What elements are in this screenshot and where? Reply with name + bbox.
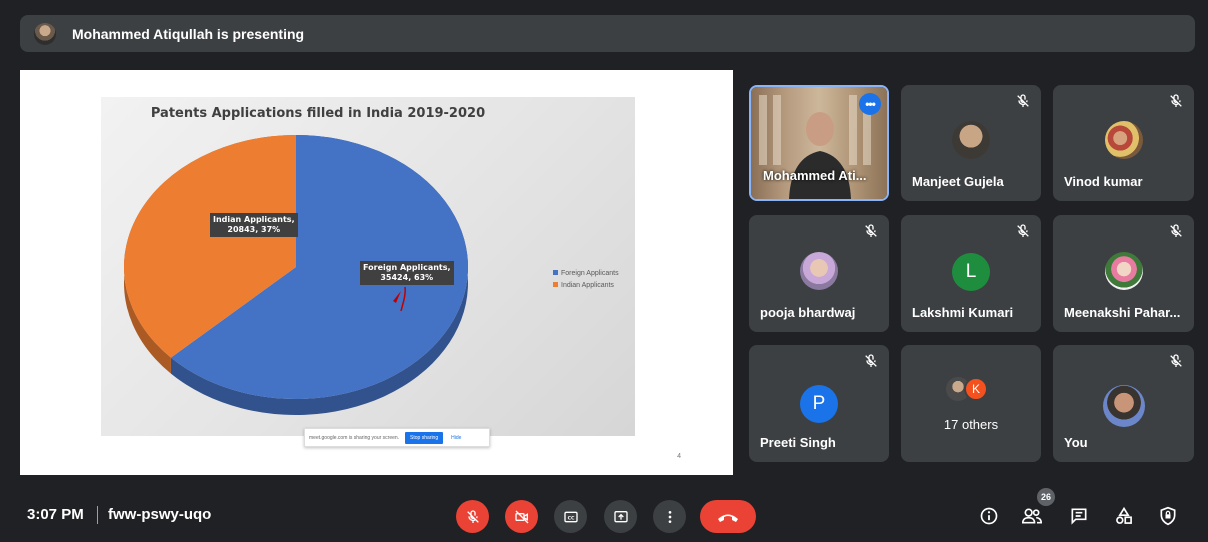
others-avatar-initial: K: [964, 377, 988, 401]
participant-name: Lakshmi Kumari: [912, 305, 1014, 320]
mic-off-icon: [466, 509, 479, 523]
mic-off-icon: [1017, 224, 1029, 237]
participant-name: Meenakshi Pahar...: [1064, 305, 1181, 320]
participant-tile-lakshmi[interactable]: L Lakshmi Kumari: [901, 215, 1041, 332]
leave-call-button[interactable]: [700, 500, 756, 533]
legend-label-foreign: Foreign Applicants: [561, 270, 619, 277]
legend-label-indian: Indian Applicants: [561, 282, 614, 289]
screen-share-bar: meet.google.com is sharing your screen. …: [304, 428, 490, 447]
hide-share-bar-button[interactable]: Hide: [451, 435, 461, 441]
presenting-text: Mohammed Atiqullah is presenting: [72, 25, 305, 42]
camera-off-icon: [514, 510, 528, 523]
present-icon: [613, 510, 628, 522]
host-controls-button[interactable]: [1156, 504, 1180, 528]
participant-avatar: [1104, 252, 1143, 290]
participant-name: Vinod kumar: [1064, 174, 1143, 189]
activities-icon: [1116, 506, 1132, 524]
mic-off-icon: [1017, 94, 1029, 107]
participant-tile-meenakshi[interactable]: Meenakshi Pahar...: [1053, 215, 1194, 332]
chat-icon: [1071, 508, 1087, 525]
participant-tile-preeti[interactable]: P Preeti Singh: [749, 345, 889, 462]
participant-tile-you[interactable]: You: [1053, 345, 1194, 462]
participant-more-options-button[interactable]: •••: [859, 93, 881, 115]
show-everyone-button[interactable]: [1020, 504, 1044, 528]
captions-button[interactable]: CC: [554, 500, 587, 533]
meeting-details-button[interactable]: [977, 504, 1001, 528]
participant-name: Mohammed Ati...: [763, 168, 867, 183]
legend-swatch-indian: [553, 282, 558, 287]
data-label-indian-line2: 20843, 37%: [227, 225, 281, 234]
share-bar-text: meet.google.com is sharing your screen.: [309, 434, 400, 441]
data-label-indian-line1: Indian Applicants,: [213, 215, 295, 224]
participant-name: pooja bhardwaj: [760, 305, 856, 320]
participant-avatar: [800, 252, 838, 290]
presenter-avatar: [34, 22, 56, 45]
end-call-icon: [718, 514, 738, 522]
participant-tile-mohammed[interactable]: ••• Mohammed Ati...: [749, 85, 889, 201]
host-controls-icon: [1160, 506, 1176, 526]
meet-window: Mohammed Atiqullah is presenting Patents…: [0, 0, 1208, 542]
stop-sharing-button[interactable]: Stop sharing: [405, 431, 444, 444]
presentation-slide: Patents Applications filled in India 201…: [20, 70, 733, 475]
activities-button[interactable]: [1112, 504, 1136, 528]
people-icon: [1021, 508, 1043, 524]
data-label-foreign: Foreign Applicants, 35424, 63%: [360, 261, 454, 285]
data-label-foreign-line1: Foreign Applicants,: [363, 263, 451, 272]
meeting-time: 3:07 PM: [27, 506, 84, 523]
participant-name: You: [1064, 435, 1088, 450]
captions-icon: CC: [563, 511, 578, 522]
present-now-button[interactable]: [604, 500, 637, 533]
mic-off-icon: [865, 354, 877, 367]
info-icon: [980, 507, 998, 525]
chart-legend: Foreign Applicants Indian Applicants: [553, 268, 619, 292]
chat-button[interactable]: [1067, 504, 1091, 528]
participant-initial-avatar: P: [800, 385, 838, 423]
bottom-control-bar: 3:07 PM fww-pswy-uqo CC 26: [0, 488, 1208, 542]
more-vert-icon: [668, 510, 671, 523]
meeting-code: fww-pswy-uqo: [108, 506, 212, 523]
mic-off-icon: [1170, 224, 1182, 237]
pie-chart: Patents Applications filled in India 201…: [101, 97, 635, 436]
data-label-foreign-line2: 35424, 63%: [380, 273, 434, 282]
participant-tile-others[interactable]: K 17 others: [901, 345, 1041, 462]
participant-initial-avatar: L: [952, 253, 990, 291]
svg-text:CC: CC: [567, 515, 574, 521]
others-count-label: 17 others: [943, 417, 999, 432]
participant-name: Manjeet Gujela: [912, 174, 1004, 189]
toggle-camera-button[interactable]: [505, 500, 538, 533]
legend-item-foreign: Foreign Applicants: [553, 268, 619, 280]
data-label-indian: Indian Applicants, 20843, 37%: [210, 213, 298, 237]
presenting-banner: Mohammed Atiqullah is presenting: [20, 15, 1195, 52]
legend-swatch-foreign: [553, 270, 558, 275]
participant-tile-vinod[interactable]: Vinod kumar: [1053, 85, 1194, 201]
participant-tile-pooja[interactable]: pooja bhardwaj: [749, 215, 889, 332]
mic-off-icon: [1170, 354, 1182, 367]
participant-name: Preeti Singh: [760, 435, 836, 450]
mic-off-icon: [1170, 94, 1182, 107]
participant-avatar: [1104, 121, 1143, 159]
slide-page-number: 4: [677, 453, 681, 460]
participant-tile-manjeet[interactable]: Manjeet Gujela: [901, 85, 1041, 201]
participant-avatar: [1102, 385, 1145, 427]
more-options-button[interactable]: [653, 500, 686, 533]
chart-title: Patents Applications filled in India 201…: [150, 106, 486, 121]
legend-item-indian: Indian Applicants: [553, 280, 619, 292]
mic-off-icon: [865, 224, 877, 237]
toggle-mic-button[interactable]: [456, 500, 489, 533]
participant-avatar: [952, 121, 990, 159]
divider: [97, 506, 98, 524]
